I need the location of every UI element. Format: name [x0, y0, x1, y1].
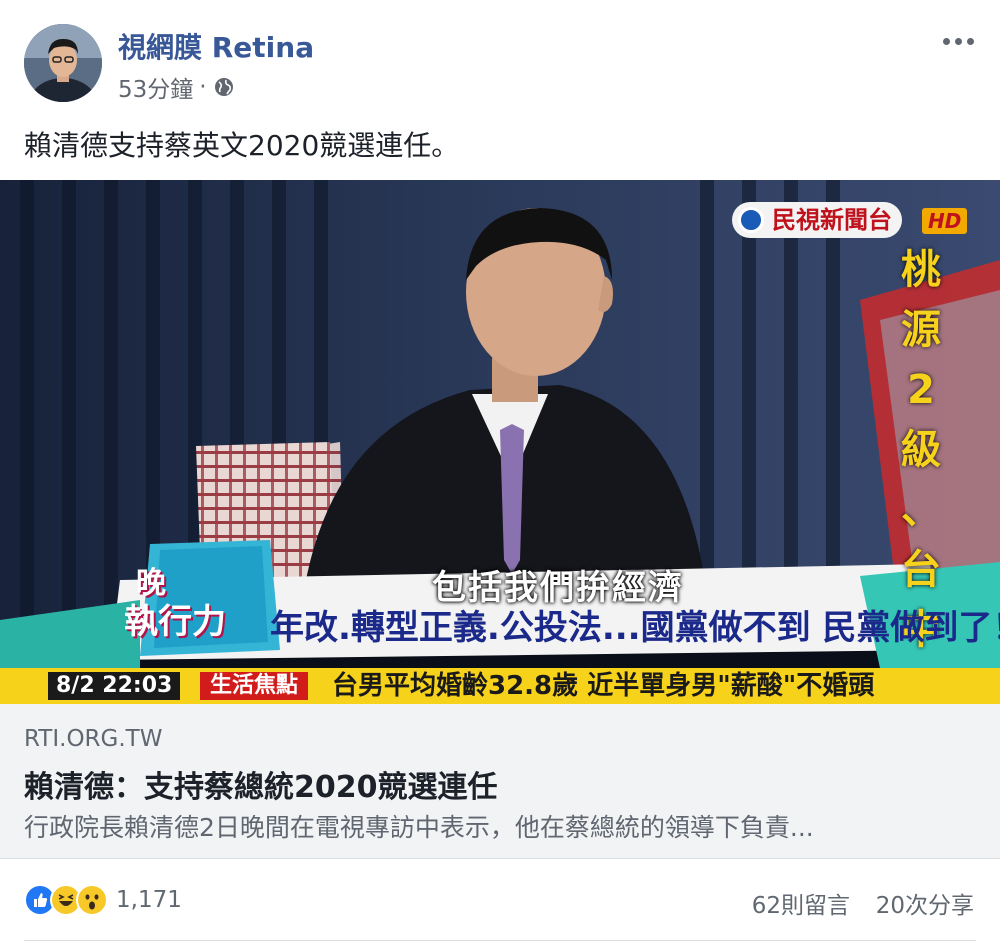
channel-logo: 民視新聞台 — [732, 202, 902, 238]
vertical-ticker: 桃源 2 級、台中 — [901, 247, 941, 653]
link-preview-image[interactable]: 民視新聞台 HD 桃源 2 級、台中 包括我們拚經濟 晚 執行力 年改.轉型正義.公… — [0, 180, 1000, 704]
link-domain: RTI.ORG.TW — [24, 726, 163, 752]
channel-logo-icon — [738, 207, 764, 233]
reaction-count[interactable]: 1,171 — [116, 887, 182, 913]
ticker-category: 生活焦點 — [200, 672, 309, 700]
more-options-button[interactable] — [938, 26, 978, 56]
ticker-datetime: 8/2 22:03 — [48, 672, 181, 700]
link-title[interactable]: 賴清德：支持蔡總統2020競選連任 — [24, 762, 498, 806]
more-dot-icon — [942, 37, 950, 45]
ticker-news: 台男平均婚齡32.8歲 近半單身男"薪酸"不婚頭 — [332, 671, 875, 701]
meta-separator: · — [199, 74, 207, 100]
divider — [24, 940, 976, 941]
page-name-link[interactable]: 視網膜 Retina — [118, 26, 314, 66]
post-timestamp[interactable]: 53分鐘 — [118, 70, 193, 104]
news-headline: 年改.轉型正義.公投法...國黨做不到 民黨做到了！ — [270, 608, 1000, 648]
post-card: 視網膜 Retina 53分鐘 · 賴清德支持蔡英文2020競選連任。 民視新聞… — [0, 0, 1000, 946]
reactions-summary[interactable]: 1,171 — [24, 880, 182, 920]
link-description: 行政院長賴清德2日晚間在電視專訪中表示，他在蔡總統的領導下負責... — [24, 813, 814, 842]
wow-reaction-icon — [76, 884, 108, 916]
globe-icon[interactable] — [213, 76, 235, 98]
comments-count-link[interactable]: 62則留言 — [752, 886, 850, 920]
post-meta: 53分鐘 · — [118, 70, 235, 104]
more-dot-icon — [954, 37, 962, 45]
show-logo-line2: 執行力 — [124, 602, 226, 642]
hd-badge: HD — [922, 208, 968, 234]
avatar-image — [24, 24, 102, 102]
news-ticker: 8/2 22:03 生活焦點 台男平均婚齡32.8歲 近半單身男"薪酸"不婚頭 — [0, 668, 1000, 704]
more-dot-icon — [966, 37, 974, 45]
shares-count-link[interactable]: 20次分享 — [876, 886, 974, 920]
channel-logo-text: 民視新聞台 — [772, 206, 892, 234]
post-text: 賴清德支持蔡英文2020競選連任。 — [24, 129, 460, 162]
avatar[interactable] — [24, 24, 102, 102]
link-preview[interactable]: RTI.ORG.TW 賴清德：支持蔡總統2020競選連任 行政院長賴清德2日晚間… — [0, 704, 1000, 859]
show-logo: 晚 執行力 — [96, 558, 296, 658]
